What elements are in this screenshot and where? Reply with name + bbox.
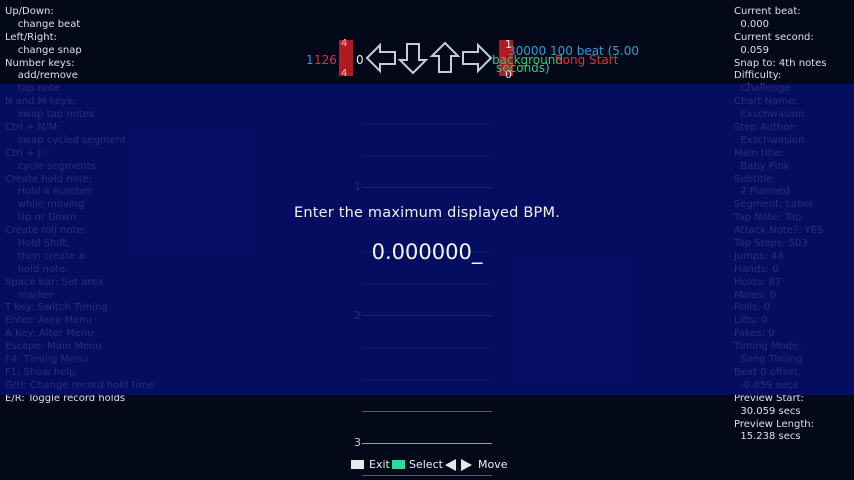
left-blue-number: 1 [306, 53, 314, 67]
left-key-icon [445, 459, 456, 471]
select-hint[interactable]: Select [409, 458, 443, 471]
info-line: 0.000 [734, 18, 769, 30]
bpm-input[interactable]: 0.000000_ [0, 240, 854, 264]
help-line: Number keys: [5, 57, 75, 69]
select-key-icon [392, 460, 405, 469]
exit-hint[interactable]: Exit [369, 458, 390, 471]
marker-tick: 4 [341, 68, 348, 79]
left-red-number: 126 [314, 53, 337, 67]
help-line: Up/Down: [5, 6, 54, 17]
info-line: Difficulty: [734, 70, 782, 82]
info-line: Snap to: 4th notes [734, 57, 827, 69]
measure-number: 3 [354, 436, 361, 449]
info-line: 30.059 secs [734, 405, 801, 417]
info-line: 0.059 [734, 44, 769, 56]
info-line: Current beat: [734, 6, 801, 17]
help-line: change beat [5, 18, 81, 30]
help-line: add/remove [5, 70, 78, 82]
song-start-label: Song Start [555, 53, 619, 67]
exit-key-icon [351, 460, 364, 469]
info-line: Preview Length: [734, 418, 814, 430]
background-label: background [492, 53, 563, 67]
info-line: 15.238 secs [734, 431, 801, 443]
beat-line [362, 475, 492, 476]
marker-tick: 4 [341, 38, 348, 49]
move-hint[interactable]: Move [478, 458, 508, 471]
right-arrow-icon [460, 40, 494, 76]
help-line: Left/Right: [5, 31, 57, 43]
down-arrow-icon [396, 40, 430, 76]
measure-line [362, 443, 492, 444]
left-arrow-icon [364, 40, 398, 76]
dialog-prompt: Enter the maximum displayed BPM. [293, 205, 561, 221]
right-key-icon [461, 459, 472, 471]
beat-line [362, 411, 492, 412]
receptor-row [360, 40, 494, 80]
help-line: change snap [5, 44, 82, 56]
info-line: Current second: [734, 31, 814, 43]
up-arrow-icon [428, 40, 462, 76]
